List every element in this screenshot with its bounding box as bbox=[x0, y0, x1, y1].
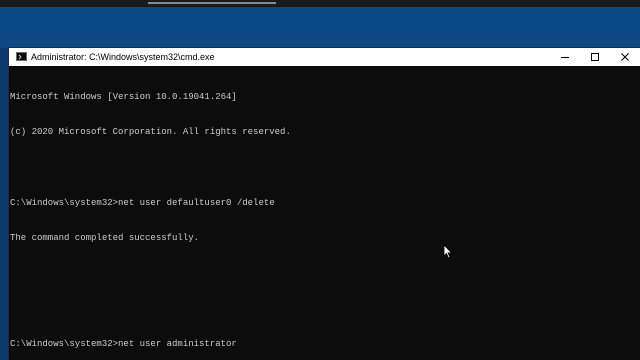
title-bar[interactable]: Administrator: C:\Windows\system32\cmd.e… bbox=[9, 48, 640, 66]
console-line: Microsoft Windows [Version 10.0.19041.26… bbox=[10, 92, 237, 102]
cmd-icon bbox=[16, 52, 27, 61]
minimize-button[interactable] bbox=[550, 48, 580, 66]
console-prompt-line[interactable]: C:\Windows\system32>net user administrat… bbox=[10, 339, 640, 350]
maximize-icon bbox=[591, 53, 599, 61]
window-controls bbox=[550, 48, 640, 66]
console-line: C:\Windows\system32>net user defaultuser… bbox=[10, 197, 275, 208]
console-line: (c) 2020 Microsoft Corporation. All righ… bbox=[10, 127, 291, 138]
desktop-left-edge bbox=[0, 48, 9, 360]
close-icon bbox=[621, 53, 629, 61]
window-title: Administrator: C:\Windows\system32\cmd.e… bbox=[31, 52, 215, 62]
top-strip bbox=[0, 0, 640, 7]
top-strip-bar bbox=[148, 2, 276, 4]
console-line: The command completed successfully. bbox=[10, 233, 200, 244]
screen: Administrator: C:\Windows\system32\cmd.e… bbox=[0, 0, 640, 360]
maximize-button[interactable] bbox=[580, 48, 610, 66]
minimize-icon bbox=[561, 57, 569, 58]
close-button[interactable] bbox=[610, 48, 640, 66]
cmd-window[interactable]: Administrator: C:\Windows\system32\cmd.e… bbox=[9, 48, 640, 360]
console-output[interactable]: Microsoft Windows [Version 10.0.19041.26… bbox=[9, 66, 640, 360]
mouse-pointer-icon bbox=[443, 244, 453, 264]
